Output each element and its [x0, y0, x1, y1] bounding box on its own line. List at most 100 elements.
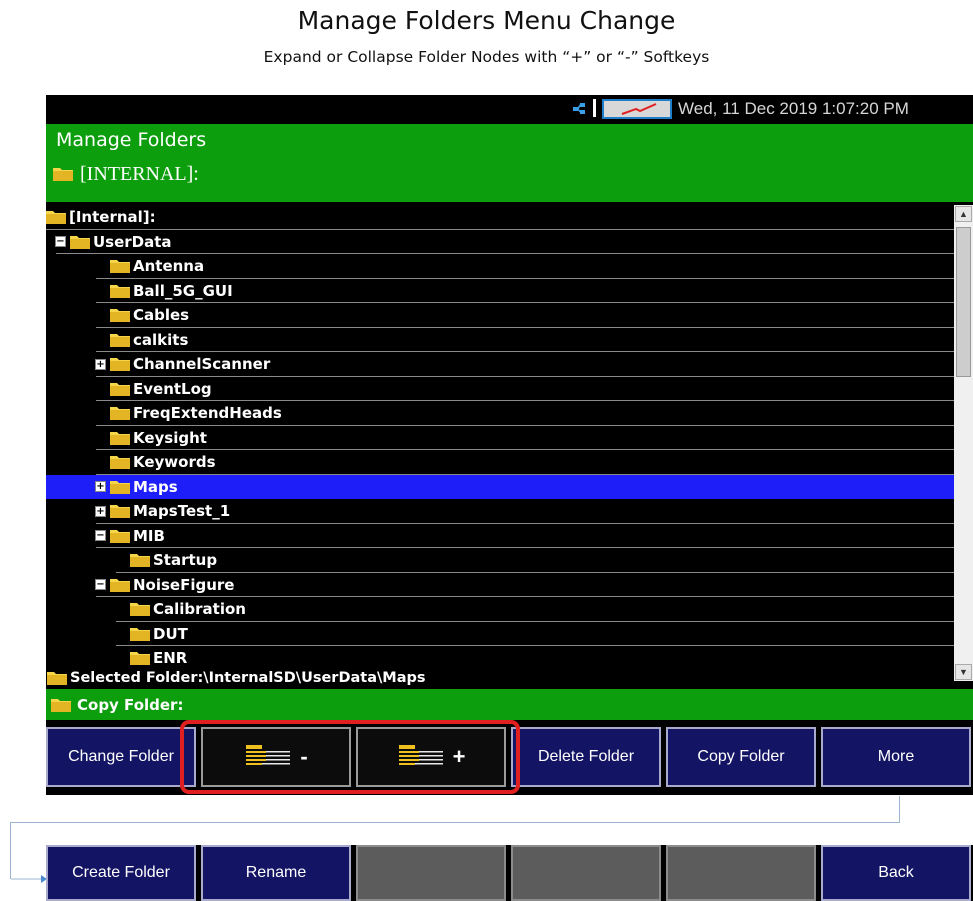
folder-icon	[110, 358, 130, 371]
create-folder-label: Create Folder	[72, 864, 170, 881]
folder-icon	[110, 284, 130, 298]
tree-row[interactable]: Keywords	[46, 450, 954, 475]
folder-label: Startup	[153, 551, 218, 569]
tree-node: + MapsTest_1	[95, 499, 230, 523]
tree-node: FreqExtendHeads	[110, 401, 282, 425]
tree-row[interactable]: Startup	[46, 548, 954, 573]
tree-row[interactable]: EventLog	[46, 377, 954, 401]
blank-softkey[interactable]	[511, 845, 661, 901]
folder-label: calkits	[133, 330, 189, 349]
tree-scrollbar[interactable]: ▲ ▼	[954, 205, 973, 681]
tree-node: + Maps	[95, 475, 178, 499]
tree-node: Cables	[110, 303, 189, 327]
tree-row[interactable]: + ChannelScanner	[46, 352, 954, 377]
tree-row[interactable]: DUT	[46, 622, 954, 646]
tree-node: Ball_5G_GUI	[110, 279, 233, 303]
tree-row[interactable]: Antenna	[46, 254, 954, 279]
connector-line	[10, 822, 11, 879]
expand-node-icon[interactable]: +	[95, 505, 106, 517]
battery-icon	[602, 99, 672, 119]
copy-folder-button[interactable]: Copy Folder	[666, 727, 816, 787]
folder-label: DUT	[153, 624, 188, 643]
folder-icon	[110, 480, 130, 494]
scroll-up-icon[interactable]: ▲	[955, 206, 972, 222]
tree-row[interactable]: calkits	[46, 328, 954, 352]
tree-node: Keysight	[110, 426, 207, 450]
more-button[interactable]: More	[821, 727, 971, 787]
collapse-node-icon[interactable]: −	[55, 236, 66, 247]
folder-icon	[47, 672, 67, 685]
tree-node: EventLog	[110, 377, 212, 401]
collapse-node-icon[interactable]: −	[95, 579, 106, 590]
scroll-down-icon[interactable]: ▼	[955, 664, 972, 680]
collapse-node-icon[interactable]: −	[95, 530, 106, 541]
delete-folder-label: Delete Folder	[537, 748, 635, 765]
folder-icon	[46, 211, 66, 224]
tree-row[interactable]: Ball_5G_GUI	[46, 279, 954, 303]
tree-node: Startup	[130, 548, 217, 572]
folder-label: Antenna	[133, 257, 205, 275]
tree-row[interactable]: − MIB	[46, 524, 954, 548]
connector-line	[899, 796, 900, 823]
expand-node-icon[interactable]: +	[95, 358, 106, 370]
tree-row[interactable]: + MapsTest_1	[46, 499, 954, 524]
tree-node: − NoiseFigure	[95, 573, 234, 597]
tree-row[interactable]: − NoiseFigure	[46, 573, 954, 597]
folder-icon	[130, 652, 150, 665]
tree-node: − UserData	[55, 230, 172, 254]
instrument-screen: Wed, 11 Dec 2019 1:07:20 PM Manage Folde…	[46, 95, 973, 795]
folder-icon	[110, 456, 130, 469]
softkey-row-2: Create Folder Rename Back	[46, 845, 973, 901]
change-folder-label: Change Folder	[68, 748, 174, 765]
folder-label: UserData	[93, 232, 172, 251]
status-datetime: Wed, 11 Dec 2019 1:07:20 PM	[678, 99, 909, 118]
folder-icon	[130, 627, 150, 641]
create-folder-button[interactable]: Create Folder	[46, 845, 196, 901]
folder-label: MapsTest_1	[133, 502, 231, 520]
folder-label: Keywords	[133, 453, 216, 471]
tree-node: Antenna	[110, 254, 204, 278]
folder-icon	[110, 431, 130, 445]
rename-label: Rename	[245, 864, 307, 881]
folder-label: Keysight	[133, 428, 207, 447]
tree-row[interactable]: [Internal]:	[46, 205, 954, 230]
folder-label: ENR	[153, 649, 188, 665]
manage-folders-header: Manage Folders [INTERNAL]:	[46, 124, 973, 202]
scroll-thumb[interactable]	[956, 227, 971, 377]
expand-node-icon[interactable]: +	[95, 481, 106, 492]
tree-node: − MIB	[95, 524, 165, 548]
folder-label: Calibration	[153, 600, 246, 618]
copy-folder-bar: Copy Folder:	[46, 689, 973, 720]
blank-softkey[interactable]	[356, 845, 506, 901]
blank-softkey[interactable]	[666, 845, 816, 901]
tree-node: Calibration	[130, 597, 246, 621]
selected-folder-path: Selected Folder:\InternalSD\UserData\Map…	[70, 670, 426, 686]
change-folder-button[interactable]: Change Folder	[46, 727, 196, 787]
tree-row[interactable]: Keysight	[46, 426, 954, 450]
status-separator	[593, 99, 596, 117]
folder-icon	[110, 578, 130, 592]
tree-row[interactable]: ENR	[46, 646, 954, 665]
tree-row[interactable]: Cables	[46, 303, 954, 328]
back-button[interactable]: Back	[821, 845, 971, 901]
tree-node: Keywords	[110, 450, 216, 474]
tree-row[interactable]: − UserData	[46, 230, 954, 254]
folder-icon	[110, 309, 130, 322]
folder-label: [Internal]:	[69, 208, 156, 226]
folder-icon	[51, 698, 71, 712]
folder-icon	[53, 168, 73, 181]
folder-label: NoiseFigure	[133, 575, 235, 594]
tree-row[interactable]: FreqExtendHeads	[46, 401, 954, 426]
rename-button[interactable]: Rename	[201, 845, 351, 901]
slide-title: Manage Folders Menu Change	[297, 6, 676, 35]
folder-label: Cables	[133, 306, 190, 324]
tree-row[interactable]: + Maps	[46, 474, 954, 499]
delete-folder-button[interactable]: Delete Folder	[511, 727, 661, 787]
folder-label: ChannelScanner	[133, 355, 271, 373]
folder-label: Ball_5G_GUI	[133, 281, 233, 300]
highlight-box	[180, 720, 520, 794]
tree-row[interactable]: Calibration	[46, 597, 954, 622]
tree-node: [Internal]:	[46, 205, 156, 229]
folder-tree[interactable]: [Internal]: − UserData Antenna Ball_5G_GUI Ca…	[46, 205, 954, 665]
folder-icon	[110, 505, 130, 518]
